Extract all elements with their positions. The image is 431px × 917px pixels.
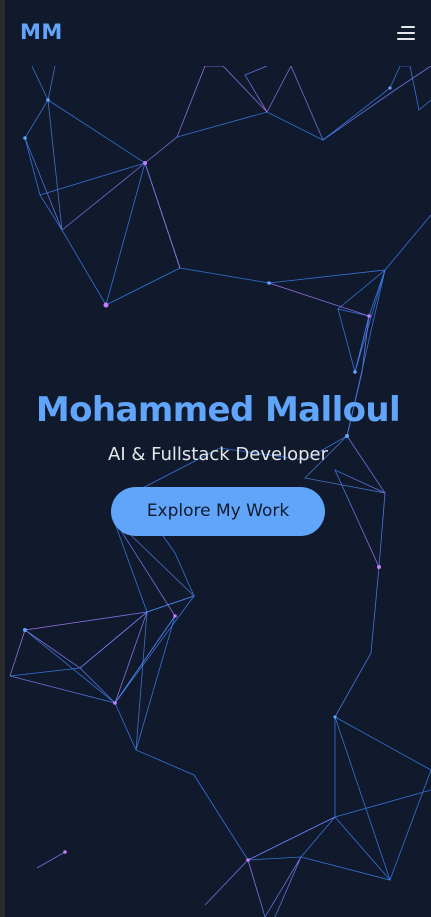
menu-line	[397, 32, 415, 34]
menu-line	[401, 26, 415, 28]
page: MM Mohammed Malloul AI & Fullstack Devel…	[5, 0, 431, 917]
hero-section: Mohammed Malloul AI & Fullstack Develope…	[5, 390, 431, 536]
hero-subtitle: AI & Fullstack Developer	[108, 444, 328, 465]
explore-work-button[interactable]: Explore My Work	[111, 487, 325, 536]
menu-line	[397, 38, 415, 40]
logo[interactable]: MM	[20, 20, 63, 44]
navbar: MM	[5, 0, 431, 66]
hero-title: Mohammed Malloul	[35, 390, 401, 430]
hamburger-menu-icon[interactable]	[393, 22, 419, 44]
